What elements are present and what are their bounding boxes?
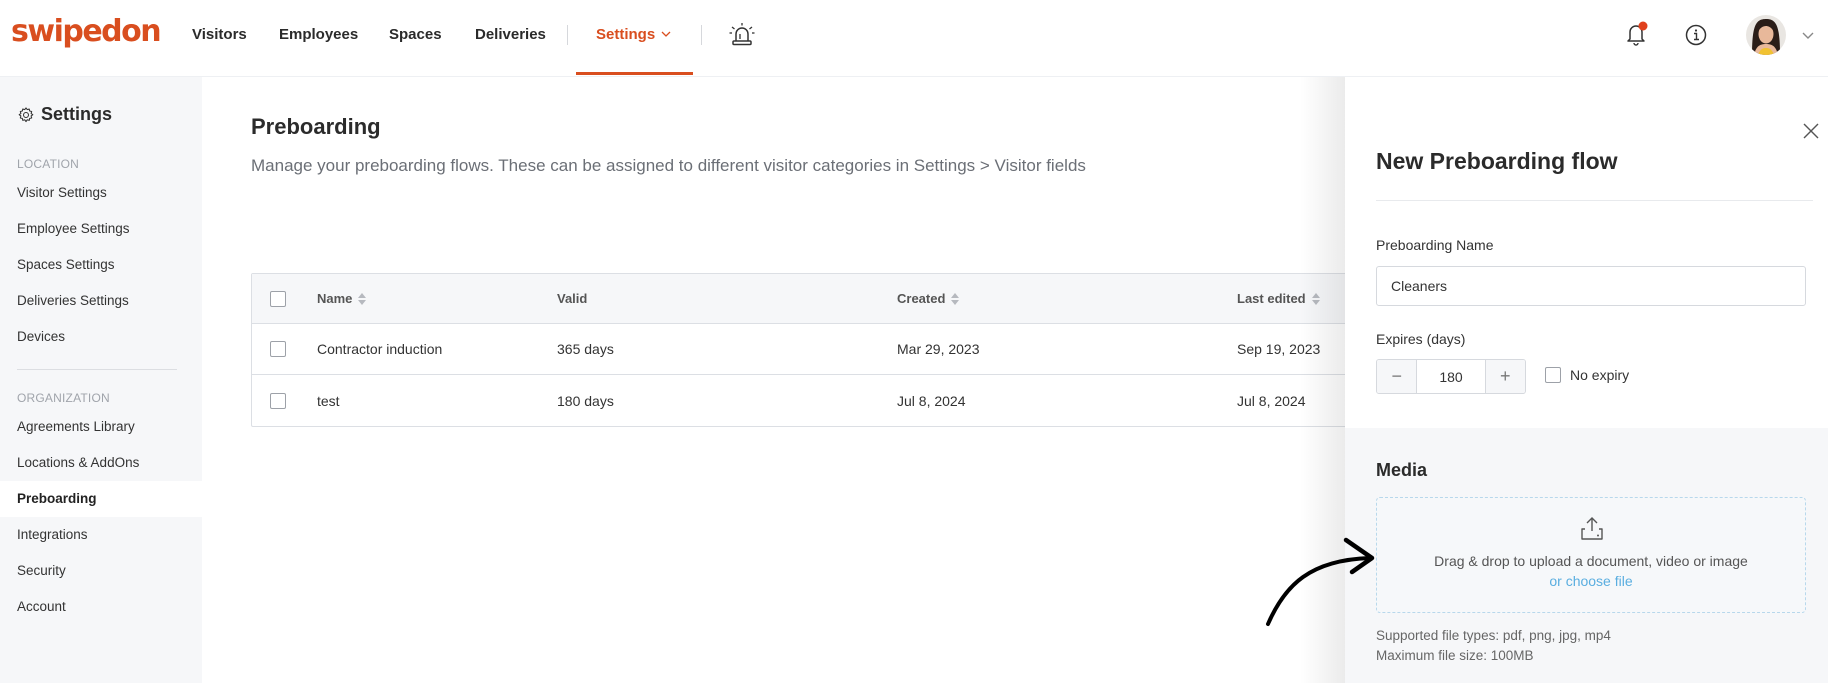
drawer-divider bbox=[1376, 200, 1813, 201]
sidebar-item-account[interactable]: Account bbox=[0, 589, 202, 625]
page-title: Preboarding bbox=[251, 114, 381, 139]
nav-employees[interactable]: Employees bbox=[279, 26, 358, 43]
avatar[interactable] bbox=[1746, 15, 1786, 55]
info-icon[interactable] bbox=[1685, 24, 1707, 46]
active-nav-indicator bbox=[576, 72, 693, 75]
page-description: Manage your preboarding flows. These can… bbox=[251, 156, 1086, 175]
sidebar-item-devices[interactable]: Devices bbox=[0, 319, 202, 355]
sidebar-title-text: Settings bbox=[41, 104, 113, 124]
dropzone-text: Drag & drop to upload a document, video … bbox=[1434, 553, 1748, 569]
notification-dot bbox=[1638, 21, 1648, 31]
sidebar-item-integrations[interactable]: Integrations bbox=[0, 517, 202, 553]
max-size-hint: Maximum file size: 100MB bbox=[1376, 648, 1534, 663]
sidebar-title: Settings bbox=[17, 104, 112, 125]
cell-created: Jul 8, 2024 bbox=[897, 392, 966, 409]
nav-spaces[interactable]: Spaces bbox=[389, 26, 442, 43]
close-icon[interactable] bbox=[1801, 121, 1821, 141]
swipedon-logo[interactable]: swipedon bbox=[11, 14, 162, 49]
sidebar-item-visitor-settings[interactable]: Visitor Settings bbox=[0, 175, 202, 211]
sort-icon[interactable] bbox=[951, 292, 960, 305]
sidebar-item-security[interactable]: Security bbox=[0, 553, 202, 589]
alarm-icon[interactable] bbox=[729, 22, 755, 46]
decrement-button[interactable]: − bbox=[1377, 360, 1417, 393]
cell-last-edited: Sep 19, 2023 bbox=[1237, 341, 1321, 357]
sidebar-section-location: LOCATION bbox=[17, 157, 80, 171]
account-chevron-down-icon[interactable] bbox=[1802, 32, 1814, 40]
sidebar-item-spaces-settings[interactable]: Spaces Settings bbox=[0, 247, 202, 283]
expires-label: Expires (days) bbox=[1376, 331, 1466, 347]
sidebar-section-organization: ORGANIZATION bbox=[17, 391, 110, 405]
new-preboarding-drawer: New Preboarding flow Preboarding Name Ex… bbox=[1345, 77, 1828, 683]
expires-stepper: − 180 + bbox=[1376, 359, 1526, 394]
table-row[interactable]: Contractor induction 365 days Mar 29, 20… bbox=[252, 324, 1370, 375]
settings-chevron-down-icon[interactable] bbox=[661, 31, 671, 38]
cell-last-edited: Jul 8, 2024 bbox=[1237, 392, 1306, 409]
sidebar-divider bbox=[17, 369, 177, 370]
nav-visitors[interactable]: Visitors bbox=[192, 26, 247, 43]
nav-deliveries[interactable]: Deliveries bbox=[475, 26, 546, 43]
column-header-name[interactable]: Name bbox=[317, 274, 367, 323]
table-header: Name Valid Created Last edited bbox=[252, 274, 1370, 324]
file-dropzone[interactable]: Drag & drop to upload a document, video … bbox=[1376, 497, 1806, 613]
cell-valid: 180 days bbox=[557, 392, 614, 409]
media-title: Media bbox=[1376, 460, 1428, 480]
nav-separator bbox=[567, 25, 568, 45]
row-checkbox[interactable] bbox=[270, 392, 286, 409]
cell-valid: 365 days bbox=[557, 341, 614, 357]
column-header-valid: Valid bbox=[557, 291, 588, 306]
sidebar-item-employee-settings[interactable]: Employee Settings bbox=[0, 211, 202, 247]
row-checkbox[interactable] bbox=[270, 341, 286, 357]
top-navigation: swipedon Visitors Employees Spaces Deliv… bbox=[0, 0, 1828, 77]
preboarding-table: Name Valid Created Last edited Contracto… bbox=[251, 273, 1371, 427]
supported-types-hint: Supported file types: pdf, png, jpg, mp4 bbox=[1376, 628, 1611, 643]
select-all-checkbox[interactable] bbox=[270, 290, 286, 307]
preboarding-name-input[interactable] bbox=[1376, 266, 1806, 306]
increment-button[interactable]: + bbox=[1485, 360, 1525, 393]
sidebar-item-preboarding[interactable]: Preboarding bbox=[0, 481, 202, 517]
media-section: Media Drag & drop to upload a document, … bbox=[1345, 428, 1828, 683]
table-row[interactable]: test 180 days Jul 8, 2024 Jul 8, 2024 bbox=[252, 375, 1370, 426]
column-header-last-edited[interactable]: Last edited bbox=[1237, 274, 1320, 323]
choose-file-link[interactable]: or choose file bbox=[1377, 573, 1805, 589]
bell-icon[interactable] bbox=[1625, 21, 1649, 47]
no-expiry-option[interactable]: No expiry bbox=[1545, 367, 1629, 383]
upload-icon bbox=[1581, 517, 1603, 540]
cell-created: Mar 29, 2023 bbox=[897, 341, 980, 357]
no-expiry-checkbox[interactable] bbox=[1545, 367, 1561, 383]
drawer-title: New Preboarding flow bbox=[1376, 148, 1618, 174]
nav-separator bbox=[701, 25, 702, 45]
gear-icon bbox=[18, 106, 34, 122]
sidebar-item-locations-addons[interactable]: Locations & AddOns bbox=[0, 445, 202, 481]
expires-days-input[interactable]: 180 bbox=[1416, 360, 1486, 393]
no-expiry-label[interactable]: No expiry bbox=[1570, 367, 1629, 383]
sort-icon[interactable] bbox=[1311, 292, 1320, 305]
preboarding-name-label: Preboarding Name bbox=[1376, 237, 1494, 253]
cell-name[interactable]: Contractor induction bbox=[317, 324, 442, 374]
column-header-created[interactable]: Created bbox=[897, 274, 960, 323]
nav-settings[interactable]: Settings bbox=[596, 26, 655, 43]
sidebar-item-agreements-library[interactable]: Agreements Library bbox=[0, 409, 202, 445]
cell-name[interactable]: test bbox=[317, 375, 340, 426]
sidebar-item-deliveries-settings[interactable]: Deliveries Settings bbox=[0, 283, 202, 319]
sort-icon[interactable] bbox=[358, 292, 367, 305]
